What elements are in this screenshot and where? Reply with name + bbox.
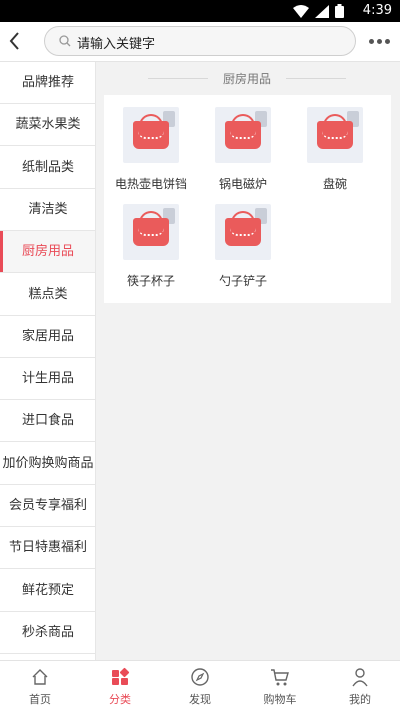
sidebar-item[interactable]: 计生用品: [0, 358, 95, 401]
sidebar-item[interactable]: 加价购换购商品: [0, 443, 95, 485]
category-sidebar: 品牌推荐 蔬菜水果类 纸制品类 清洁类 厨房用品 糕点类 家居用品 计生用品 进口食品 加价购换购…: [0, 62, 96, 660]
more-menu-button[interactable]: [369, 39, 391, 45]
product-name: 锅电磁炉: [218, 177, 267, 191]
tab-item[interactable]: 首页: [0, 661, 80, 710]
product-image: [215, 204, 271, 260]
sidebar-item[interactable]: 秒杀商品: [0, 612, 95, 654]
product-image: [307, 107, 363, 163]
tab-label: 我的: [349, 693, 371, 706]
search-icon: [59, 35, 71, 47]
section-header: 厨房用品: [148, 70, 346, 86]
tab-label: 发现: [189, 693, 211, 706]
status-time: 4:39: [362, 3, 392, 18]
product-image: [123, 107, 179, 163]
search-input[interactable]: 请输入关键字: [44, 26, 356, 56]
tab-label: 分类: [109, 693, 131, 706]
sidebar-item[interactable]: 厨房用品: [0, 231, 95, 274]
product-image: [123, 204, 179, 260]
top-bar: 请输入关键字: [0, 22, 400, 62]
tab-item[interactable]: 分类: [80, 661, 160, 710]
category-icon: [112, 667, 130, 685]
product-grid: 电热壶电饼铛 锅电磁炉 盘碗筷子杯子 勺子铲子: [104, 95, 391, 303]
product-name: 盘碗: [322, 177, 347, 191]
product-item[interactable]: 勺子铲子: [198, 192, 288, 288]
product-name: 筷子杯子: [126, 274, 175, 288]
status-bar: 4:39: [0, 0, 400, 22]
tab-item[interactable]: 发现: [160, 661, 240, 710]
sidebar-item[interactable]: 纸制品类: [0, 147, 95, 189]
wifi-icon: [293, 4, 309, 18]
section-title: 厨房用品: [222, 72, 271, 86]
signal-icon: [315, 4, 329, 18]
sidebar-item[interactable]: 节日特惠福利: [0, 527, 95, 570]
battery-icon: [335, 4, 344, 18]
tab-item[interactable]: 我的: [320, 661, 400, 710]
tab-item[interactable]: 购物车: [240, 661, 320, 710]
product-name: 勺子铲子: [218, 274, 267, 288]
product-image: [215, 107, 271, 163]
product-item[interactable]: 电热壶电饼铛: [106, 95, 196, 191]
tab-label: 购物车: [263, 693, 297, 706]
home-icon: [32, 669, 48, 685]
tab-label: 首页: [29, 693, 51, 706]
sidebar-item[interactable]: 鲜花预定: [0, 570, 95, 612]
compass-icon: [191, 668, 209, 686]
sidebar-item[interactable]: 家居用品: [0, 316, 95, 358]
user-icon: [352, 668, 368, 687]
sidebar-item[interactable]: 进口食品: [0, 400, 95, 443]
search-placeholder: 请输入关键字: [77, 37, 156, 52]
sidebar-item[interactable]: 清洁类: [0, 189, 95, 231]
product-name: 电热壶电饼铛: [114, 177, 187, 191]
sidebar-item[interactable]: 会员专享福利: [0, 485, 95, 527]
product-item[interactable]: 锅电磁炉: [198, 95, 288, 191]
bottom-tab-bar: 首页 分类 发现 购物车 我的: [0, 660, 400, 710]
sidebar-item[interactable]: 蔬菜水果类: [0, 104, 95, 147]
sidebar-item[interactable]: 糕点类: [0, 274, 95, 316]
back-arrow-icon[interactable]: [4, 28, 26, 54]
product-item[interactable]: 盘碗: [290, 95, 380, 191]
product-item[interactable]: 筷子杯子: [106, 192, 196, 288]
cart-icon: [271, 669, 289, 686]
sidebar-item[interactable]: 品牌推荐: [0, 62, 95, 104]
